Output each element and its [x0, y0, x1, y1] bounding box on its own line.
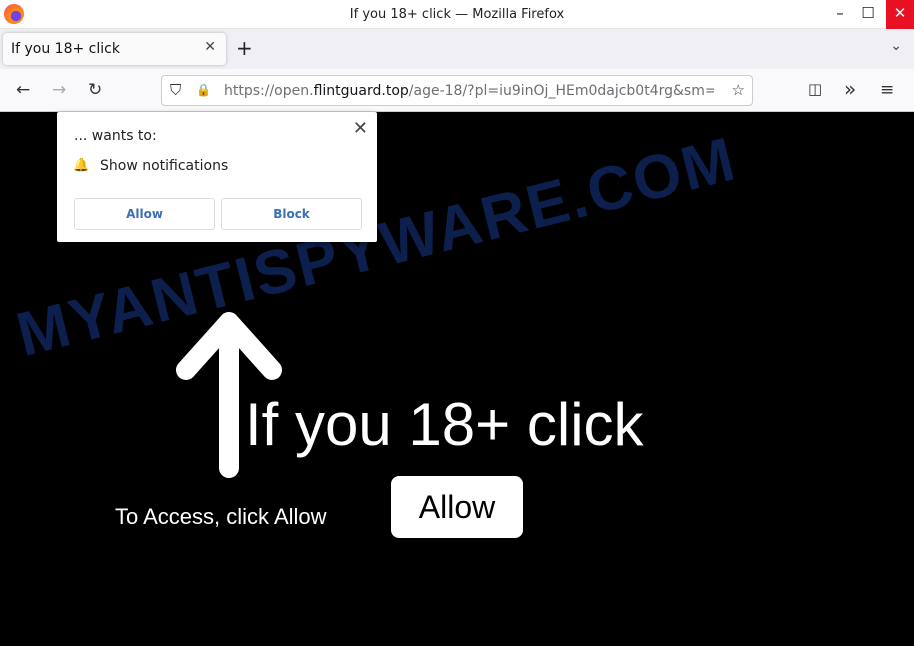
maximize-button[interactable]: ☐ [854, 0, 882, 29]
forward-button[interactable]: → [52, 80, 66, 100]
new-tab-button[interactable]: + [236, 36, 253, 60]
lock-icon[interactable]: 🔒 [196, 83, 211, 97]
allow-page-button[interactable]: Allow [391, 476, 523, 538]
url-bar[interactable]: ⛉ 🔒 https://open.flintguard.top/age-18/?… [161, 75, 753, 106]
title-bar: If you 18+ click — Mozilla Firefox – ☐ ✕ [0, 0, 914, 29]
close-window-button[interactable]: ✕ [886, 0, 914, 29]
instruction-text: To Access, click Allow [115, 504, 327, 529]
shield-icon[interactable]: ⛉ [170, 81, 181, 99]
nav-bar: ← → ↻ ⛉ 🔒 https://open.flintguard.top/ag… [0, 69, 914, 112]
tab-label: If you 18+ click [11, 41, 120, 57]
popup-block-button[interactable]: Block [221, 198, 362, 230]
reload-button[interactable]: ↻ [88, 80, 102, 100]
minimize-button[interactable]: – [826, 0, 854, 29]
tab-bar: If you 18+ click ✕ + ⌄ [0, 29, 914, 69]
bookmark-star-icon[interactable]: ☆ [732, 81, 745, 99]
url-text[interactable]: https://open.flintguard.top/age-18/?pl=i… [224, 83, 714, 99]
list-tabs-chevron-icon[interactable]: ⌄ [890, 38, 902, 54]
notification-permission-popup: ... wants to: ✕ 🔔 Show notifications All… [57, 112, 377, 242]
popup-close-icon[interactable]: ✕ [353, 118, 368, 139]
popup-allow-button[interactable]: Allow [74, 198, 215, 230]
bell-icon: 🔔 [73, 158, 90, 173]
pocket-icon[interactable]: ◫ [808, 80, 822, 98]
tab-close-icon[interactable]: ✕ [204, 39, 216, 55]
permission-label: Show notifications [100, 158, 229, 174]
extensions-icon[interactable]: » [844, 77, 856, 101]
headline: If you 18+ click [245, 391, 644, 458]
popup-wants-label: ... wants to: [74, 128, 157, 144]
window-title: If you 18+ click — Mozilla Firefox [349, 7, 565, 22]
back-button[interactable]: ← [16, 80, 30, 100]
tab-active[interactable]: If you 18+ click ✕ [3, 33, 226, 65]
menu-icon[interactable]: ≡ [880, 80, 894, 100]
